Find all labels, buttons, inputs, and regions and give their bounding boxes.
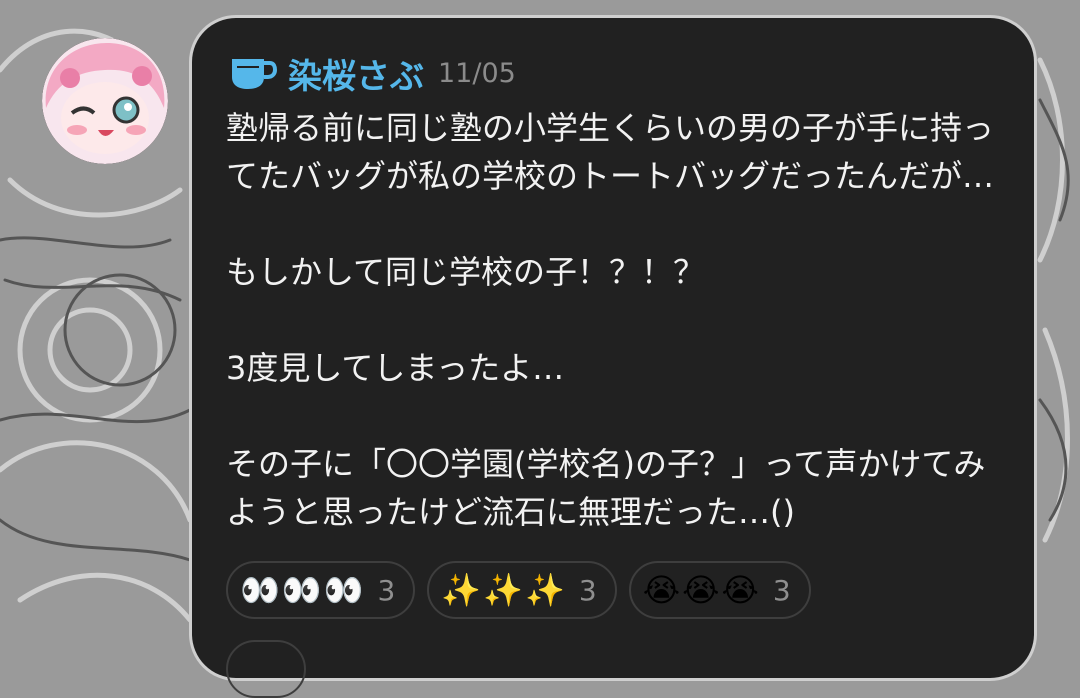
reaction-count: 3 <box>377 573 396 607</box>
avatar[interactable] <box>42 38 168 164</box>
reaction-eyes[interactable]: 👀👀👀 3 <box>226 561 416 619</box>
crying-face-emoji: 😭😭😭 <box>642 571 761 609</box>
reaction-count: 3 <box>578 573 597 607</box>
eyes-emoji: 👀👀👀 <box>240 571 366 609</box>
post-date: 11/05 <box>438 57 516 89</box>
coffee-cup-icon <box>232 59 278 89</box>
reaction-bar: 👀👀👀 3 ✨✨✨ 3 😭😭😭 3 <box>226 561 811 619</box>
avatar-illustration <box>42 38 168 164</box>
post-card[interactable]: 染桜さぶ 11/05 塾帰る前に同じ塾の小学生くらいの男の子が手に持ってたバッグ… <box>192 18 1034 698</box>
reaction-count: 3 <box>772 573 791 607</box>
add-reaction-button[interactable] <box>226 640 306 698</box>
sparkles-emoji: ✨✨✨ <box>441 571 567 609</box>
post-header: 染桜さぶ 11/05 <box>228 48 516 98</box>
post-body: 塾帰る前に同じ塾の小学生くらいの男の子が手に持ってたバッグが私の学校のトートバッ… <box>226 109 995 531</box>
username[interactable]: 染桜さぶ <box>288 49 424 98</box>
reaction-sparkles[interactable]: ✨✨✨ 3 <box>427 561 617 619</box>
reaction-crying[interactable]: 😭😭😭 3 <box>628 561 811 619</box>
